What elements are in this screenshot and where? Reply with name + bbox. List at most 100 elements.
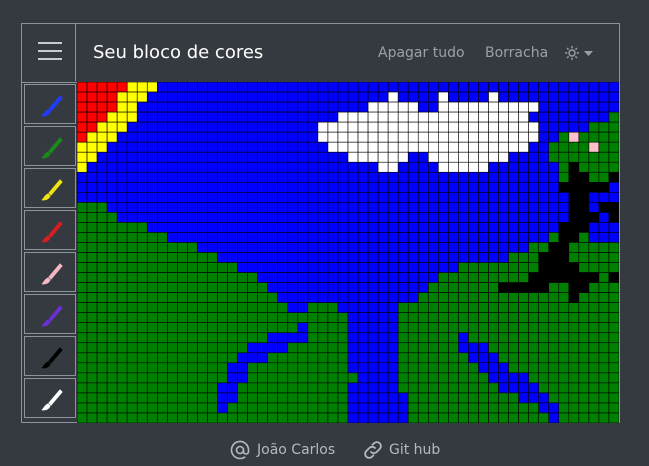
grid-cell[interactable] [337,171,349,183]
grid-cell[interactable] [427,161,439,173]
grid-cell[interactable] [106,222,118,233]
grid-cell[interactable] [277,312,289,324]
grid-cell[interactable] [257,412,269,424]
grid-cell[interactable] [468,272,479,283]
grid-cell[interactable] [347,91,359,103]
grid-cell[interactable] [247,392,258,404]
clear-all-link[interactable]: Apagar tudo [378,45,465,61]
grid-cell[interactable] [407,222,419,233]
grid-cell[interactable] [257,382,269,394]
grid-cell[interactable] [167,141,178,153]
grid-cell[interactable] [86,282,98,293]
grid-cell[interactable] [367,392,379,404]
grid-cell[interactable] [558,352,570,364]
grid-cell[interactable] [568,171,580,183]
grid-cell[interactable] [106,131,118,143]
grid-cell[interactable] [197,121,208,133]
grid-cell[interactable] [337,282,349,293]
pixel-grid[interactable] [76,81,620,424]
grid-cell[interactable] [227,362,238,374]
grid-cell[interactable] [167,332,178,344]
grid-cell[interactable] [448,81,459,93]
grid-cell[interactable] [327,332,339,344]
grid-cell[interactable] [498,292,509,303]
grid-cell[interactable] [608,171,620,183]
grid-cell[interactable] [508,242,519,253]
grid-cell[interactable] [548,131,560,143]
grid-cell[interactable] [458,202,469,213]
grid-cell[interactable] [177,322,188,334]
tool-brush-red[interactable] [24,210,76,250]
grid-cell[interactable] [498,272,509,283]
grid-cell[interactable] [377,252,389,263]
grid-cell[interactable] [387,322,399,334]
grid-cell[interactable] [528,202,540,213]
grid-cell[interactable] [307,242,319,253]
grid-cell[interactable] [488,302,499,313]
grid-cell[interactable] [327,101,339,113]
grid-cell[interactable] [568,161,580,173]
tool-brush-pink[interactable] [24,252,76,292]
grid-cell[interactable] [568,412,580,424]
grid-cell[interactable] [508,332,519,344]
grid-cell[interactable] [337,222,349,233]
grid-cell[interactable] [157,192,168,203]
grid-cell[interactable] [397,101,409,113]
grid-cell[interactable] [317,121,329,133]
grid-cell[interactable] [458,302,469,313]
grid-cell[interactable] [327,402,339,414]
grid-cell[interactable] [187,181,198,193]
grid-cell[interactable] [387,262,399,273]
grid-cell[interactable] [588,81,600,93]
grid-cell[interactable] [488,412,499,424]
grid-cell[interactable] [598,121,610,133]
grid-cell[interactable] [126,91,138,103]
grid-cell[interactable] [227,202,238,213]
grid-cell[interactable] [106,292,118,303]
grid-cell[interactable] [448,402,459,414]
grid-cell[interactable] [458,181,469,193]
grid-cell[interactable] [167,262,178,273]
grid-cell[interactable] [498,171,509,183]
grid-cell[interactable] [598,412,610,424]
grid-cell[interactable] [297,81,309,93]
grid-cell[interactable] [407,111,419,123]
grid-cell[interactable] [317,302,329,313]
grid-cell[interactable] [488,242,499,253]
grid-cell[interactable] [548,141,560,153]
grid-cell[interactable] [417,282,429,293]
grid-cell[interactable] [528,252,540,263]
grid-cell[interactable] [598,342,610,354]
grid-cell[interactable] [106,121,118,133]
grid-cell[interactable] [126,292,138,303]
grid-cell[interactable] [297,392,309,404]
grid-cell[interactable] [588,382,600,394]
grid-cell[interactable] [558,312,570,324]
grid-cell[interactable] [367,161,379,173]
grid-cell[interactable] [357,181,369,193]
grid-cell[interactable] [468,302,479,313]
grid-cell[interactable] [207,332,218,344]
grid-cell[interactable] [106,412,118,424]
grid-cell[interactable] [177,332,188,344]
grid-cell[interactable] [197,362,208,374]
grid-cell[interactable] [76,131,88,143]
grid-cell[interactable] [287,402,299,414]
grid-cell[interactable] [106,392,118,404]
grid-cell[interactable] [86,382,98,394]
grid-cell[interactable] [167,302,178,313]
grid-cell[interactable] [488,382,499,394]
grid-cell[interactable] [287,101,299,113]
grid-cell[interactable] [588,412,600,424]
grid-cell[interactable] [407,101,419,113]
grid-cell[interactable] [197,222,208,233]
grid-cell[interactable] [86,412,98,424]
grid-cell[interactable] [337,91,349,103]
grid-cell[interactable] [538,101,550,113]
grid-cell[interactable] [177,312,188,324]
grid-cell[interactable] [96,322,108,334]
grid-cell[interactable] [337,141,349,153]
grid-cell[interactable] [438,352,449,364]
grid-cell[interactable] [458,412,469,424]
grid-cell[interactable] [237,81,248,93]
